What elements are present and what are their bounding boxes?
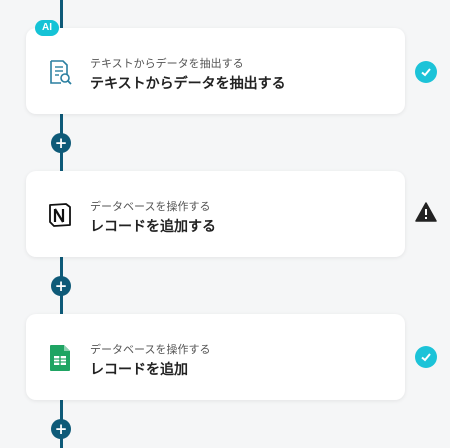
step-category: データベースを操作する (90, 343, 211, 356)
check-icon (415, 346, 437, 368)
flow-connector (60, 0, 63, 28)
step-category: テキストからデータを抽出する (90, 57, 244, 70)
ai-badge: AI (35, 20, 59, 36)
step-title: テキストからデータを抽出する (90, 76, 286, 92)
notion-icon (46, 201, 74, 229)
step-title: レコードを追加 (90, 362, 188, 378)
flow-step-card-notion-add-record[interactable]: データベースを操作する レコードを追加する (26, 171, 405, 257)
warning-icon (415, 201, 437, 223)
add-step-button[interactable]: + (51, 419, 71, 439)
step-category: データベースを操作する (90, 200, 211, 213)
document-search-icon (46, 58, 74, 86)
add-step-button[interactable]: + (51, 276, 71, 296)
add-step-button[interactable]: + (51, 133, 71, 153)
google-sheets-icon (46, 344, 74, 372)
flow-step-card-sheets-add-record[interactable]: データベースを操作する レコードを追加 (26, 314, 405, 400)
step-title: レコードを追加する (90, 219, 216, 235)
flow-step-card-extract-text[interactable]: AI テキストからデータを抽出する テキストからデータを抽出する (26, 20, 405, 114)
check-icon (415, 61, 437, 83)
